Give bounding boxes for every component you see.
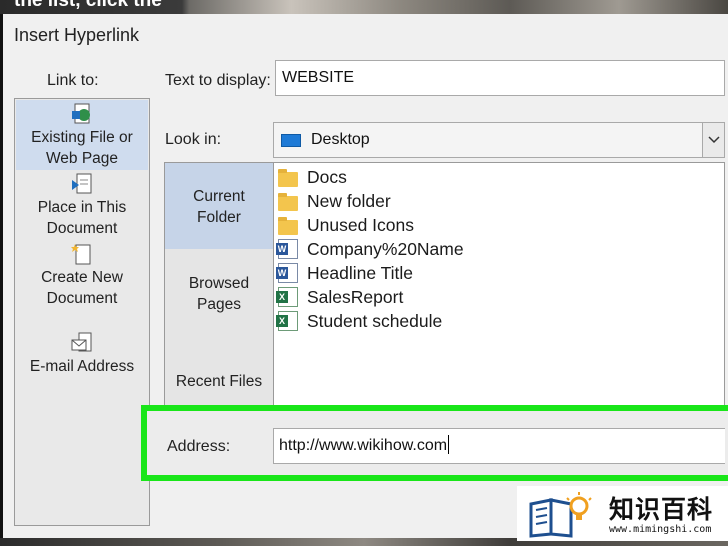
link-to-label: Link to: bbox=[47, 72, 99, 89]
list-item[interactable]: New folder bbox=[278, 189, 391, 213]
word-document-icon bbox=[276, 239, 298, 259]
file-name: Student schedule bbox=[307, 310, 443, 331]
existing-file-icon bbox=[72, 103, 90, 124]
look-in-dropdown-button[interactable] bbox=[702, 123, 724, 157]
link-item-label: Create New bbox=[41, 269, 123, 286]
link-item-label: E-mail Address bbox=[29, 358, 135, 375]
desktop-icon bbox=[281, 134, 301, 147]
nav-browsed-pages[interactable]: Browsed Pages bbox=[165, 273, 273, 323]
text-to-display-input[interactable]: WEBSITE bbox=[275, 60, 725, 96]
file-name: Unused Icons bbox=[307, 214, 415, 235]
list-item[interactable]: Docs bbox=[278, 165, 347, 189]
file-list[interactable]: Docs New folder Unused Icons Company%20N… bbox=[274, 162, 725, 424]
look-in-label: Look in: bbox=[165, 131, 222, 148]
excel-workbook-icon bbox=[276, 311, 298, 331]
nav-item-label: Current bbox=[193, 188, 245, 205]
list-item[interactable]: Student schedule bbox=[276, 309, 443, 333]
email-icon bbox=[71, 332, 92, 352]
nav-current-folder[interactable]: Current Folder bbox=[165, 163, 273, 249]
nav-recent-files[interactable]: Recent Files bbox=[165, 371, 273, 397]
file-name: Company%20Name bbox=[307, 238, 464, 259]
word-document-icon bbox=[276, 263, 298, 283]
new-document-icon bbox=[71, 244, 91, 265]
nav-item-label: Folder bbox=[197, 209, 241, 226]
watermark-logo: 知识百科 www.mimingshi.com bbox=[517, 486, 728, 541]
text-caret bbox=[448, 435, 450, 454]
link-item-label: Place in This bbox=[37, 199, 127, 216]
excel-workbook-icon bbox=[276, 287, 298, 307]
folder-icon bbox=[278, 216, 298, 235]
browse-nav: Current Folder Browsed Pages Recent File… bbox=[164, 162, 274, 424]
link-to-existing-file[interactable]: Existing File or Web Page bbox=[16, 100, 148, 170]
address-input[interactable]: http://www.wikihow.com bbox=[273, 428, 725, 464]
link-item-label: Existing File or bbox=[31, 129, 133, 146]
list-item[interactable]: Company%20Name bbox=[276, 237, 464, 261]
nav-item-label: Recent Files bbox=[175, 373, 263, 390]
book-lightbulb-icon bbox=[529, 492, 592, 538]
dialog-title: Insert Hyperlink bbox=[14, 25, 140, 45]
link-to-email-address[interactable]: E-mail Address bbox=[16, 331, 148, 379]
link-to-create-new-document[interactable]: Create New Document bbox=[16, 242, 148, 310]
look-in-dropdown[interactable]: Desktop bbox=[273, 122, 725, 158]
list-item[interactable]: Unused Icons bbox=[278, 213, 414, 237]
link-to-panel: Existing File or Web Page Place in This … bbox=[14, 98, 150, 526]
watermark-brand: 知识百科 bbox=[609, 495, 714, 524]
background-caption: the list, click the bbox=[14, 0, 179, 9]
nav-item-label: Browsed bbox=[188, 275, 250, 292]
watermark-site: www.mimingshi.com bbox=[609, 524, 712, 535]
link-item-label: Web Page bbox=[45, 150, 119, 167]
file-name: New folder bbox=[307, 190, 391, 211]
file-name: SalesReport bbox=[307, 286, 404, 307]
file-name: Docs bbox=[307, 166, 347, 187]
chevron-down-icon bbox=[708, 136, 720, 144]
file-name: Headline Title bbox=[307, 262, 414, 283]
text-to-display-label: Text to display: bbox=[165, 72, 271, 89]
link-to-place-in-document[interactable]: Place in This Document bbox=[16, 172, 148, 240]
look-in-value: Desktop bbox=[311, 131, 370, 148]
address-label: Address: bbox=[167, 438, 231, 455]
insert-hyperlink-dialog: Insert Hyperlink Link to: Existing File … bbox=[3, 14, 728, 538]
place-in-document-icon bbox=[72, 173, 92, 194]
link-item-label: Document bbox=[46, 220, 118, 237]
folder-icon bbox=[278, 192, 298, 211]
list-item[interactable]: SalesReport bbox=[276, 285, 404, 309]
folder-icon bbox=[278, 168, 298, 187]
nav-item-label: Pages bbox=[197, 296, 241, 313]
address-value: http://www.wikihow.com bbox=[279, 437, 448, 454]
list-item[interactable]: Headline Title bbox=[276, 261, 414, 285]
link-item-label: Document bbox=[46, 290, 118, 307]
